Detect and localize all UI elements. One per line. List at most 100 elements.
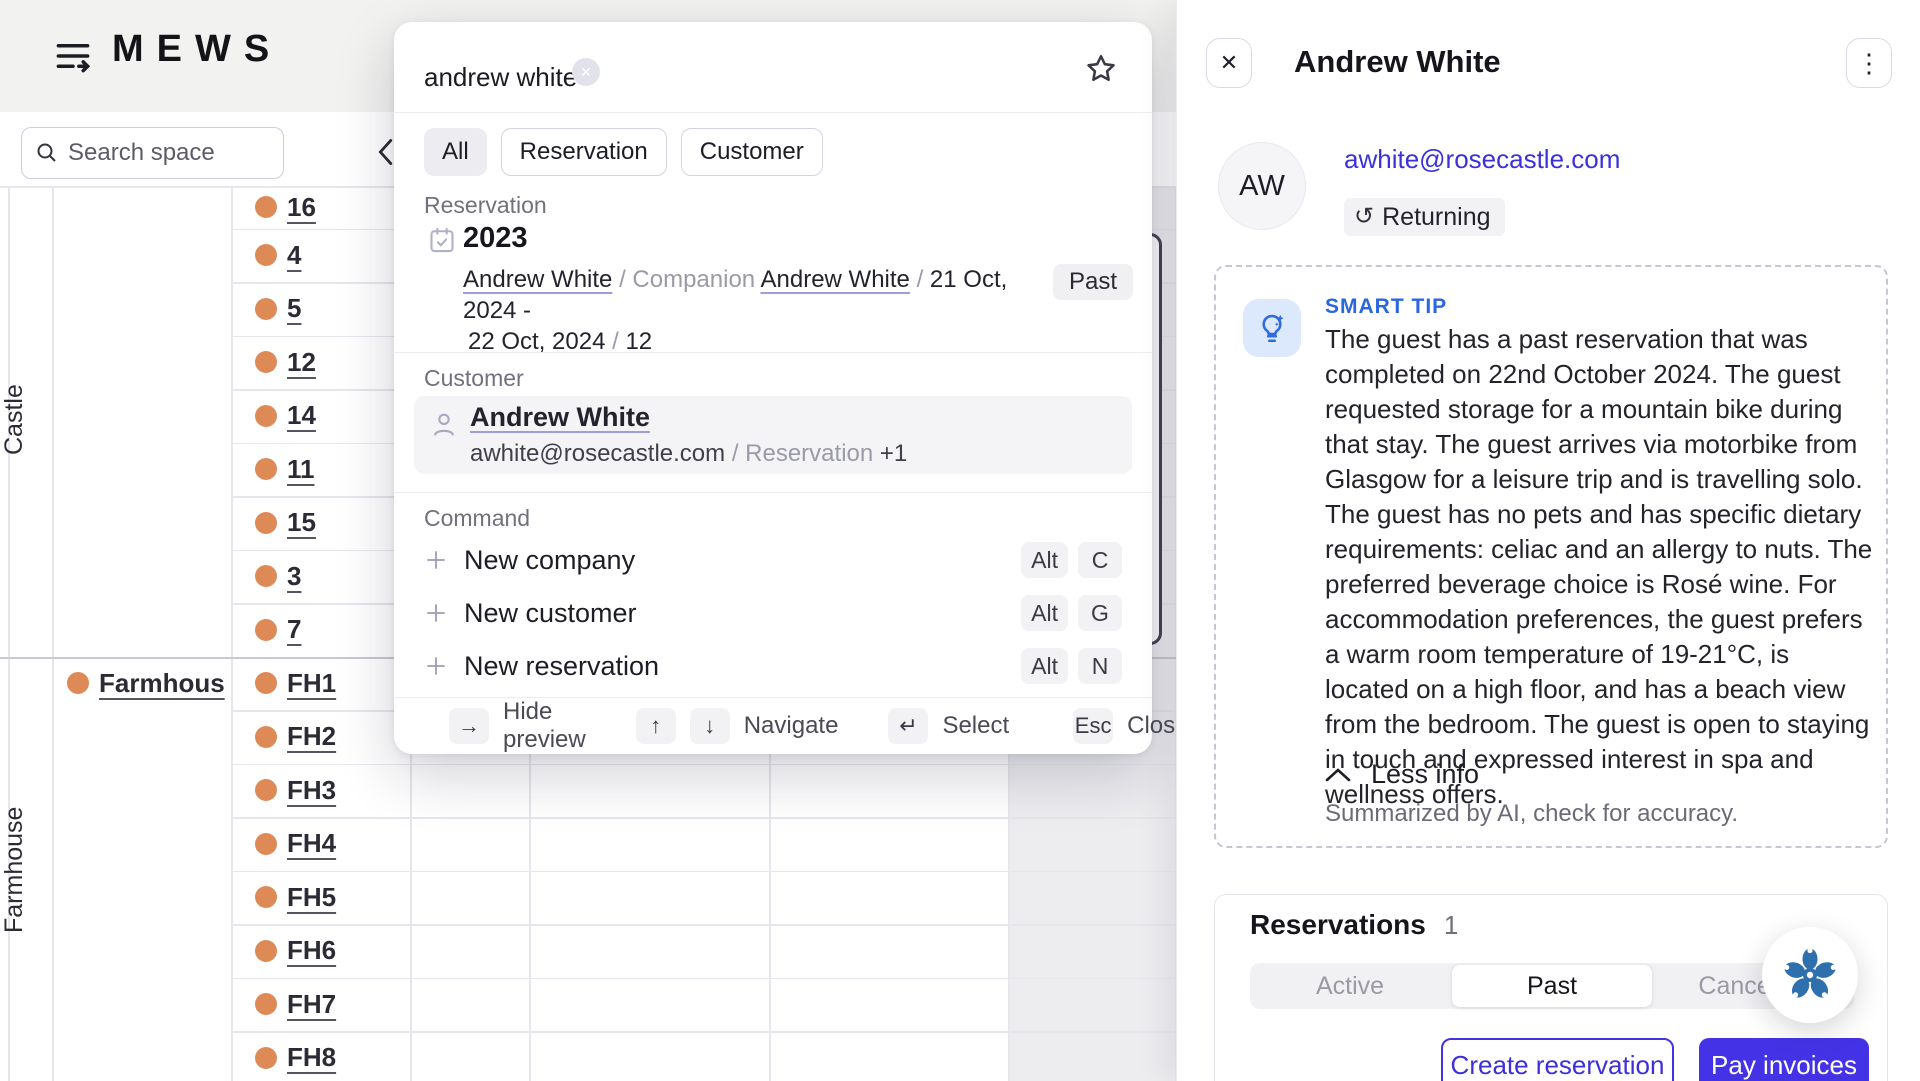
smart-tip-label: SMART TIP	[1325, 295, 1447, 319]
room-row-4[interactable]: 4	[255, 229, 301, 283]
reservation-number[interactable]: 2023	[463, 222, 528, 255]
space-status-dot	[255, 833, 277, 855]
tab-past[interactable]: Past	[1452, 965, 1652, 1007]
companion-link[interactable]: Andrew White	[761, 266, 910, 293]
space-label[interactable]: 14	[287, 400, 316, 431]
room-row-7[interactable]: 7	[255, 603, 301, 657]
person-icon	[430, 410, 458, 438]
global-search-overlay: andrew white ✕ AllReservationCustomer Re…	[394, 22, 1152, 754]
room-row-14[interactable]: 14	[255, 389, 316, 443]
category-row-farmhouse[interactable]: Farmhous	[67, 657, 225, 711]
space-label[interactable]: FH4	[287, 828, 336, 859]
grid-line	[231, 924, 1176, 926]
customer-name-link[interactable]: Andrew White	[470, 402, 650, 433]
reservations-title: Reservations	[1250, 909, 1426, 941]
room-row-FH6[interactable]: FH6	[255, 924, 336, 978]
less-info-toggle[interactable]: Less info	[1325, 759, 1479, 790]
section-header-customer: Customer	[424, 365, 524, 392]
space-label[interactable]: 5	[287, 293, 301, 324]
navigate-hint: Navigate	[744, 712, 839, 740]
mews-logo[interactable]: MEWS	[112, 28, 282, 71]
room-row-FH1[interactable]: FH1	[255, 657, 336, 711]
space-label[interactable]: 11	[287, 454, 315, 485]
search-space-input[interactable]: Search space	[21, 127, 284, 179]
space-label[interactable]: FH3	[287, 775, 336, 806]
space-label[interactable]: FH2	[287, 721, 336, 752]
create-reservation-button[interactable]: Create reservation	[1441, 1038, 1674, 1081]
key-chip-alt: Alt	[1021, 542, 1068, 578]
tab-active[interactable]: Active	[1250, 963, 1450, 1009]
plus-icon	[424, 654, 448, 678]
space-status-dot	[255, 512, 277, 534]
space-label[interactable]: FH6	[287, 935, 336, 966]
room-row-16[interactable]: 16	[255, 186, 316, 229]
clear-search-icon[interactable]: ✕	[572, 58, 600, 86]
search-filter-reservation[interactable]: Reservation	[501, 128, 667, 176]
mews-flower-icon	[1780, 945, 1840, 1005]
room-row-FH4[interactable]: FH4	[255, 817, 336, 871]
room-row-15[interactable]: 15	[255, 496, 316, 550]
more-options-button[interactable]: ⋮	[1846, 38, 1892, 88]
overlay-divider	[394, 352, 1152, 353]
space-label[interactable]: 4	[287, 240, 301, 271]
space-label[interactable]: 3	[287, 561, 301, 592]
command-new-reservation[interactable]: New reservationAltN	[424, 644, 1122, 688]
pay-invoices-button[interactable]: Pay invoices	[1699, 1038, 1869, 1081]
space-label[interactable]: FH7	[287, 989, 336, 1020]
space-label[interactable]: 16	[287, 192, 316, 223]
customer-email-link[interactable]: awhite@rosecastle.com	[1344, 144, 1620, 175]
space-status-dot	[255, 1047, 277, 1069]
space-label[interactable]: 15	[287, 507, 316, 538]
hide-preview-hint[interactable]: Hide preview	[503, 698, 586, 754]
space-label[interactable]: FH1	[287, 668, 336, 699]
command-label: New reservation	[464, 651, 659, 682]
search-filter-customer[interactable]: Customer	[681, 128, 823, 176]
grid-line	[231, 871, 1176, 873]
customer-detail-panel: ✕ Andrew White ⋮ AW awhite@rosecastle.co…	[1176, 0, 1920, 1081]
section-header-command: Command	[424, 505, 530, 532]
command-new-customer[interactable]: New customerAltG	[424, 591, 1122, 635]
space-label[interactable]: 7	[287, 614, 301, 645]
key-chip-g: G	[1078, 595, 1122, 631]
assistant-fab[interactable]	[1762, 927, 1858, 1023]
space-label[interactable]: Farmhous	[99, 668, 225, 699]
esc-key: Esc	[1073, 708, 1113, 744]
returning-badge: ↺ Returning	[1344, 198, 1505, 236]
room-row-FH3[interactable]: FH3	[255, 764, 336, 818]
smart-tip-text: The guest has a past reservation that wa…	[1325, 322, 1877, 812]
space-status-dot	[255, 298, 277, 320]
space-label[interactable]: FH8	[287, 1042, 336, 1073]
section-label-farmhouse: Farmhouse	[0, 770, 54, 970]
chevron-up-icon	[1325, 767, 1351, 783]
favorite-star-icon[interactable]	[1084, 52, 1118, 86]
space-status-dot	[255, 405, 277, 427]
room-row-FH8[interactable]: FH8	[255, 1031, 336, 1081]
command-new-company[interactable]: New companyAltC	[424, 538, 1122, 582]
room-row-12[interactable]: 12	[255, 336, 316, 390]
section-label-castle: Castle	[0, 330, 54, 510]
smart-tip-box: SMART TIP The guest has a past reservati…	[1214, 265, 1888, 848]
search-filter-all[interactable]: All	[424, 128, 487, 176]
grid-line	[231, 978, 1176, 980]
room-row-5[interactable]: 5	[255, 282, 301, 336]
plus-icon	[424, 548, 448, 572]
room-row-FH5[interactable]: FH5	[255, 871, 336, 925]
room-row-FH2[interactable]: FH2	[255, 710, 336, 764]
space-status-dot	[67, 672, 89, 694]
space-status-dot	[255, 244, 277, 266]
space-label[interactable]: FH5	[287, 882, 336, 913]
room-row-11[interactable]: 11	[255, 443, 315, 497]
main-menu-icon[interactable]	[54, 38, 92, 74]
search-query-text[interactable]: andrew white	[424, 62, 577, 93]
room-row-FH7[interactable]: FH7	[255, 978, 336, 1032]
space-label[interactable]: 12	[287, 347, 316, 378]
customer-meta: awhite@rosecastle.com / Reservation +1	[470, 440, 907, 468]
smart-tip-bulb-icon	[1243, 299, 1301, 357]
returning-icon: ↺	[1354, 205, 1374, 229]
command-label: New customer	[464, 598, 637, 629]
close-panel-button[interactable]: ✕	[1206, 38, 1252, 88]
room-row-3[interactable]: 3	[255, 550, 301, 604]
grid-line	[231, 1031, 1176, 1033]
space-status-dot	[255, 458, 277, 480]
guest-link[interactable]: Andrew White	[463, 266, 612, 293]
